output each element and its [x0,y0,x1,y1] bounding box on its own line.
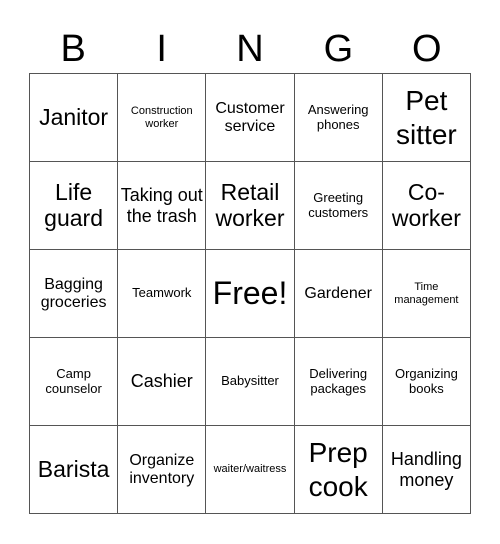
bingo-cell[interactable]: Retail worker [206,162,295,250]
bingo-cell[interactable]: Life guard [30,162,119,250]
header-letter-n: N [236,28,264,70]
bingo-cell[interactable]: Cashier [118,338,207,426]
bingo-cell[interactable]: Teamwork [118,250,207,338]
free-space[interactable]: Free! [206,250,295,338]
bingo-cell[interactable]: Taking out the trash [118,162,207,250]
header-letter-i: I [156,28,167,70]
bingo-cell[interactable]: Customer service [206,74,295,162]
bingo-cell[interactable]: Answering phones [294,74,383,162]
bingo-cell[interactable]: Babysitter [206,338,295,426]
bingo-cell[interactable]: Organize inventory [118,426,207,514]
bingo-cell[interactable]: Prep cook [294,426,383,514]
bingo-cell[interactable]: waiter/waitress [206,426,295,514]
header-letter-b: B [60,28,86,70]
bingo-cell[interactable]: Camp counselor [30,338,119,426]
bingo-cell[interactable]: Barista [30,426,119,514]
bingo-cell[interactable]: Pet sitter [382,74,471,162]
header-letter-o: O [412,28,442,70]
bingo-cell[interactable]: Janitor [30,74,119,162]
bingo-cell[interactable]: Handling money [382,426,471,514]
bingo-cell[interactable]: Time management [382,250,471,338]
bingo-cell[interactable]: Gardener [294,250,383,338]
bingo-cell[interactable]: Delivering packages [294,338,383,426]
bingo-cell[interactable]: Greeting customers [294,162,383,250]
bingo-cell[interactable]: Bagging groceries [30,250,119,338]
bingo-cell[interactable]: Co-worker [382,162,471,250]
bingo-card-grid: Janitor Construction worker Customer ser… [29,73,471,514]
bingo-cell[interactable]: Construction worker [118,74,207,162]
header-letter-g: G [323,28,354,70]
bingo-cell[interactable]: Organizing books [382,338,471,426]
bingo-header: B I N G O [29,26,471,72]
